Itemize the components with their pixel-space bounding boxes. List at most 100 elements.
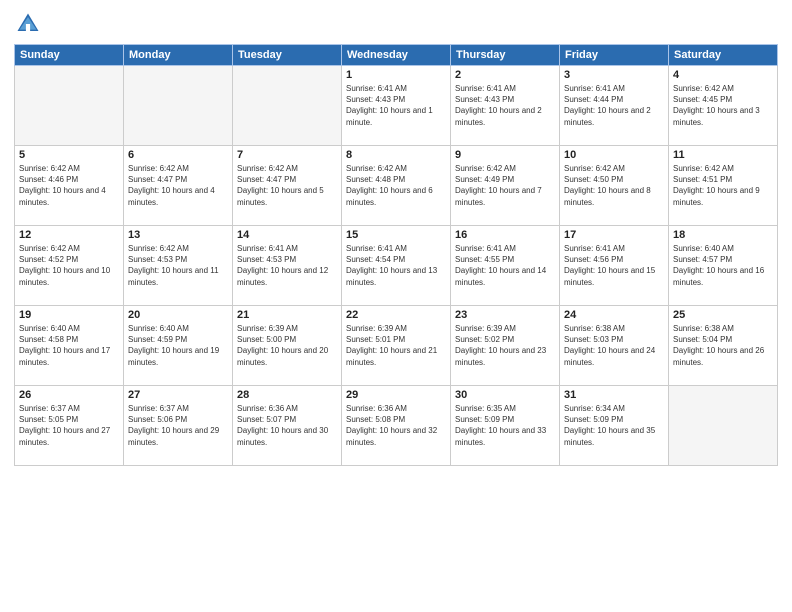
day-number: 4 <box>673 69 773 81</box>
day-info: Sunrise: 6:41 AMSunset: 4:54 PMDaylight:… <box>346 243 446 288</box>
sunset-label: Sunset: 5:05 PM <box>19 415 78 424</box>
sunrise-label: Sunrise: 6:42 AM <box>19 244 80 253</box>
day-info: Sunrise: 6:42 AMSunset: 4:53 PMDaylight:… <box>128 243 228 288</box>
calendar-cell: 18 Sunrise: 6:40 AMSunset: 4:57 PMDayligh… <box>669 226 778 306</box>
daylight-label: Daylight: 10 hours and 23 minutes. <box>455 346 546 366</box>
day-number: 19 <box>19 309 119 321</box>
day-number: 24 <box>564 309 664 321</box>
day-number: 1 <box>346 69 446 81</box>
daylight-label: Daylight: 10 hours and 5 minutes. <box>237 186 324 206</box>
sunset-label: Sunset: 4:43 PM <box>346 95 405 104</box>
daylight-label: Daylight: 10 hours and 33 minutes. <box>455 426 546 446</box>
day-info: Sunrise: 6:37 AMSunset: 5:05 PMDaylight:… <box>19 403 119 448</box>
day-number: 7 <box>237 149 337 161</box>
calendar-cell <box>124 66 233 146</box>
sunrise-label: Sunrise: 6:42 AM <box>128 164 189 173</box>
day-number: 14 <box>237 229 337 241</box>
sunset-label: Sunset: 5:07 PM <box>237 415 296 424</box>
day-number: 12 <box>19 229 119 241</box>
day-number: 8 <box>346 149 446 161</box>
daylight-label: Daylight: 10 hours and 17 minutes. <box>19 346 110 366</box>
sunset-label: Sunset: 4:54 PM <box>346 255 405 264</box>
daylight-label: Daylight: 10 hours and 1 minute. <box>346 106 433 126</box>
day-info: Sunrise: 6:40 AMSunset: 4:59 PMDaylight:… <box>128 323 228 368</box>
day-info: Sunrise: 6:42 AM Sunset: 4:46 PM Daylight:… <box>19 163 119 208</box>
day-info: Sunrise: 6:39 AMSunset: 5:00 PMDaylight:… <box>237 323 337 368</box>
day-info: Sunrise: 6:40 AMSunset: 4:57 PMDaylight:… <box>673 243 773 288</box>
daylight-label: Daylight: 10 hours and 24 minutes. <box>564 346 655 366</box>
sunrise-label: Sunrise: 6:40 AM <box>673 244 734 253</box>
sunrise-label: Sunrise: 6:41 AM <box>237 244 298 253</box>
sunset-label: Sunset: 5:03 PM <box>564 335 623 344</box>
calendar-cell: 13Sunrise: 6:42 AMSunset: 4:53 PMDayligh… <box>124 226 233 306</box>
weekday-header-wednesday: Wednesday <box>342 45 451 66</box>
calendar-cell <box>669 386 778 466</box>
day-info: Sunrise: 6:41 AMSunset: 4:55 PMDaylight:… <box>455 243 555 288</box>
daylight-label: Daylight: 10 hours and 12 minutes. <box>237 266 328 286</box>
calendar-cell: 19 Sunrise: 6:40 AMSunset: 4:58 PMDayligh… <box>15 306 124 386</box>
daylight-label: Daylight: 10 hours and 19 minutes. <box>128 346 219 366</box>
calendar-cell: 9Sunrise: 6:42 AMSunset: 4:49 PMDaylight… <box>451 146 560 226</box>
sunrise-label: Sunrise: 6:36 AM <box>237 404 298 413</box>
calendar-cell: 28Sunrise: 6:36 AMSunset: 5:07 PMDayligh… <box>233 386 342 466</box>
day-info: Sunrise: 6:41 AMSunset: 4:53 PMDaylight:… <box>237 243 337 288</box>
day-info: Sunrise: 6:39 AMSunset: 5:02 PMDaylight:… <box>455 323 555 368</box>
sunset-label: Sunset: 5:00 PM <box>237 335 296 344</box>
calendar-cell: 20Sunrise: 6:40 AMSunset: 4:59 PMDayligh… <box>124 306 233 386</box>
day-number: 18 <box>673 229 773 241</box>
daylight-label: Daylight: 10 hours and 6 minutes. <box>346 186 433 206</box>
weekday-header-tuesday: Tuesday <box>233 45 342 66</box>
day-info: Sunrise: 6:42 AM Sunset: 4:47 PM Daylight:… <box>128 163 228 208</box>
daylight-label: Daylight: 10 hours and 4 minutes. <box>19 186 106 206</box>
sunset-label: Sunset: 4:43 PM <box>455 95 514 104</box>
day-number: 30 <box>455 389 555 401</box>
week-row-5: 26 Sunrise: 6:37 AM Sunset: 5:05 PM Dayligh… <box>15 386 778 466</box>
day-number: 17 <box>564 229 664 241</box>
daylight-label: Daylight: 10 hours and 13 minutes. <box>346 266 437 286</box>
day-number: 15 <box>346 229 446 241</box>
calendar-cell: 8Sunrise: 6:42 AMSunset: 4:48 PMDaylight… <box>342 146 451 226</box>
calendar-cell: 24Sunrise: 6:38 AMSunset: 5:03 PMDayligh… <box>560 306 669 386</box>
daylight-label: Daylight: 10 hours and 4 minutes. <box>128 186 215 206</box>
daylight-label: Daylight: 10 hours and 14 minutes. <box>455 266 546 286</box>
sunrise-label: Sunrise: 6:42 AM <box>455 164 516 173</box>
sunrise-label: Sunrise: 6:42 AM <box>19 164 80 173</box>
sunrise-label: Sunrise: 6:42 AM <box>346 164 407 173</box>
day-info: Sunrise: 6:38 AMSunset: 5:04 PMDaylight:… <box>673 323 773 368</box>
sunrise-label: Sunrise: 6:42 AM <box>673 164 734 173</box>
sunset-label: Sunset: 5:04 PM <box>673 335 732 344</box>
calendar-cell: 1 Sunrise: 6:41 AM Sunset: 4:43 PM Daylight… <box>342 66 451 146</box>
sunset-label: Sunset: 4:46 PM <box>19 175 78 184</box>
sunrise-label: Sunrise: 6:42 AM <box>237 164 298 173</box>
daylight-label: Daylight: 10 hours and 7 minutes. <box>455 186 542 206</box>
calendar-cell: 27Sunrise: 6:37 AMSunset: 5:06 PMDayligh… <box>124 386 233 466</box>
sunrise-label: Sunrise: 6:41 AM <box>455 244 516 253</box>
sunrise-label: Sunrise: 6:37 AM <box>19 404 80 413</box>
sunset-label: Sunset: 4:47 PM <box>128 175 187 184</box>
weekday-header-saturday: Saturday <box>669 45 778 66</box>
header <box>14 10 778 38</box>
sunrise-label: Sunrise: 6:41 AM <box>346 84 407 93</box>
week-row-4: 19 Sunrise: 6:40 AMSunset: 4:58 PMDayligh… <box>15 306 778 386</box>
calendar-table: SundayMondayTuesdayWednesdayThursdayFrid… <box>14 44 778 466</box>
day-info: Sunrise: 6:42 AMSunset: 4:45 PMDaylight:… <box>673 83 773 128</box>
weekday-header-friday: Friday <box>560 45 669 66</box>
day-number: 23 <box>455 309 555 321</box>
day-number: 26 <box>19 389 119 401</box>
sunset-label: Sunset: 4:47 PM <box>237 175 296 184</box>
sunset-label: Sunset: 4:52 PM <box>19 255 78 264</box>
calendar-cell: 29 Sunrise: 6:36 AMSunset: 5:08 PMDayligh… <box>342 386 451 466</box>
day-info: Sunrise: 6:40 AMSunset: 4:58 PMDaylight:… <box>19 323 119 368</box>
day-number: 29 <box>346 389 446 401</box>
calendar-cell: 7 Sunrise: 6:42 AM Sunset: 4:47 PM Daylight… <box>233 146 342 226</box>
sunset-label: Sunset: 4:59 PM <box>128 335 187 344</box>
day-info: Sunrise: 6:35 AMSunset: 5:09 PMDaylight:… <box>455 403 555 448</box>
daylight-label: Daylight: 10 hours and 10 minutes. <box>19 266 110 286</box>
weekday-header-monday: Monday <box>124 45 233 66</box>
day-info: Sunrise: 6:36 AMSunset: 5:08 PMDaylight:… <box>346 403 446 448</box>
daylight-label: Daylight: 10 hours and 30 minutes. <box>237 426 328 446</box>
day-number: 27 <box>128 389 228 401</box>
daylight-label: Daylight: 10 hours and 35 minutes. <box>564 426 655 446</box>
daylight-label: Daylight: 10 hours and 9 minutes. <box>673 186 760 206</box>
logo-icon <box>14 10 42 38</box>
